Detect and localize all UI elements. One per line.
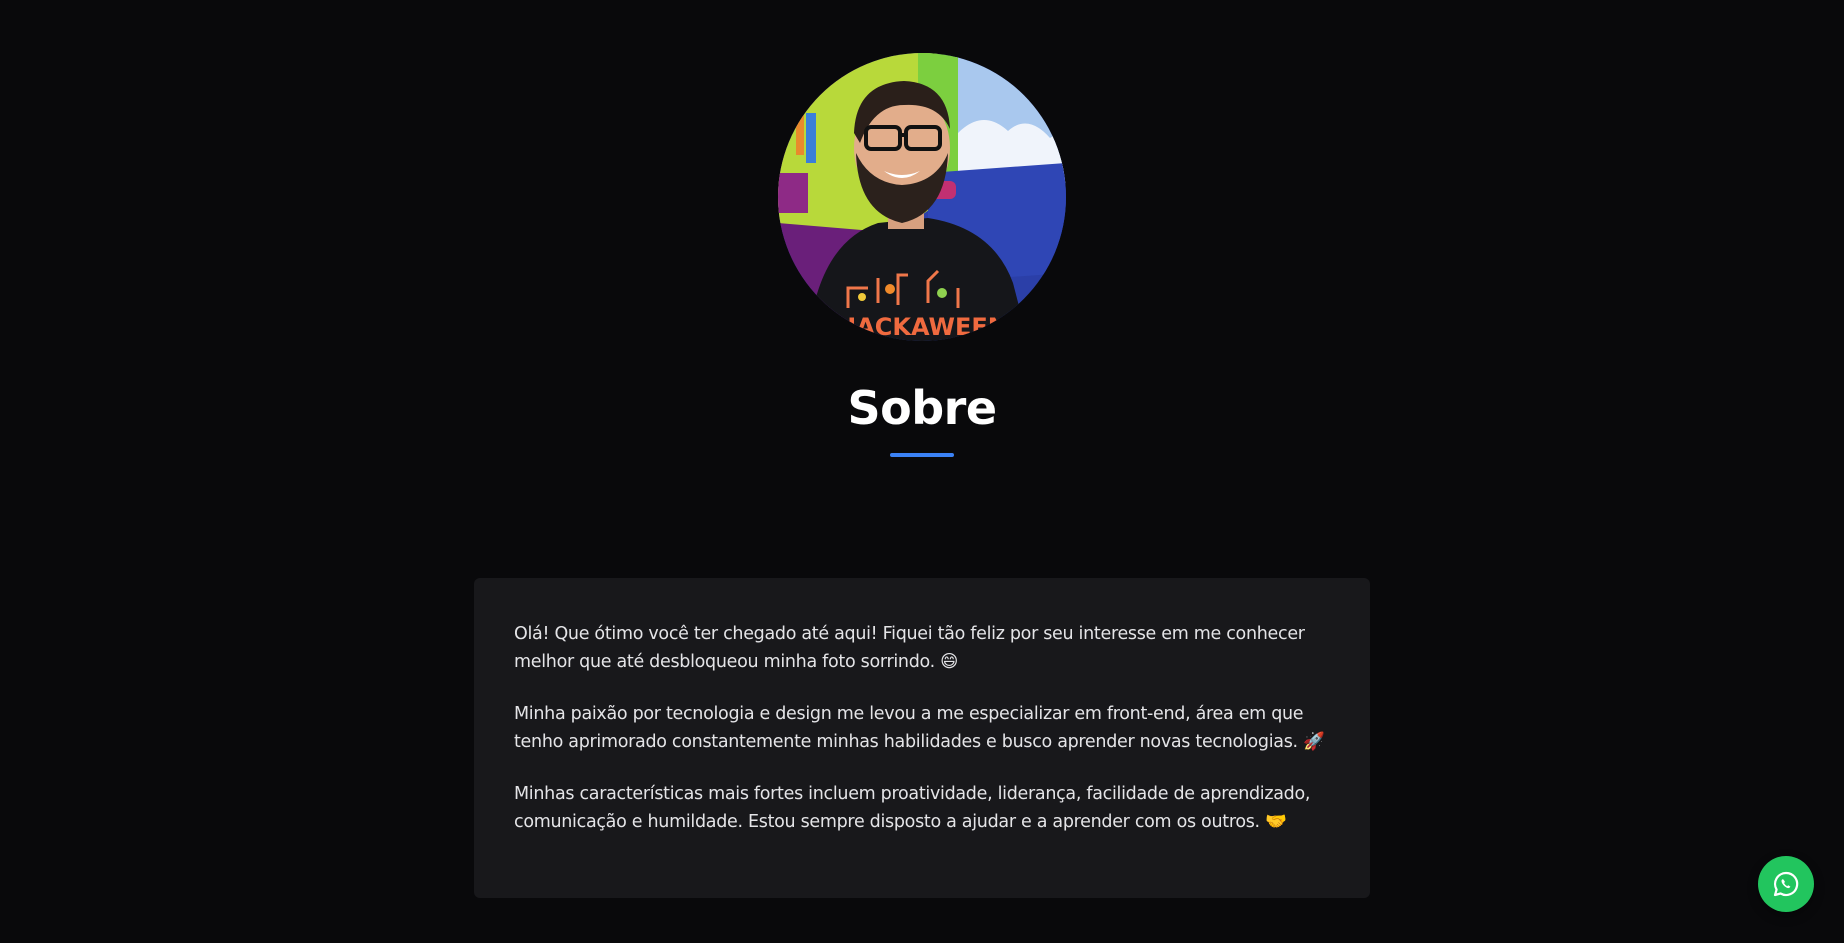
about-page: HACKAWEEN Sobre Olá! Que ótimo você ter … (0, 0, 1844, 943)
title-underline (890, 453, 954, 457)
page-title: Sobre (847, 381, 997, 435)
profile-photo: HACKAWEEN (778, 53, 1066, 341)
about-paragraph-2: Minha paixão por tecnologia e design me … (514, 704, 1325, 752)
about-paragraph-3: Minhas características mais fortes inclu… (514, 784, 1311, 832)
whatsapp-button[interactable] (1758, 856, 1814, 912)
about-card: Olá! Que ótimo você ter chegado até aqui… (474, 578, 1370, 898)
about-paragraph-1: Olá! Que ótimo você ter chegado até aqui… (514, 624, 1305, 672)
whatsapp-icon (1773, 871, 1799, 897)
shirt-print-text: HACKAWEEN (836, 313, 1008, 341)
